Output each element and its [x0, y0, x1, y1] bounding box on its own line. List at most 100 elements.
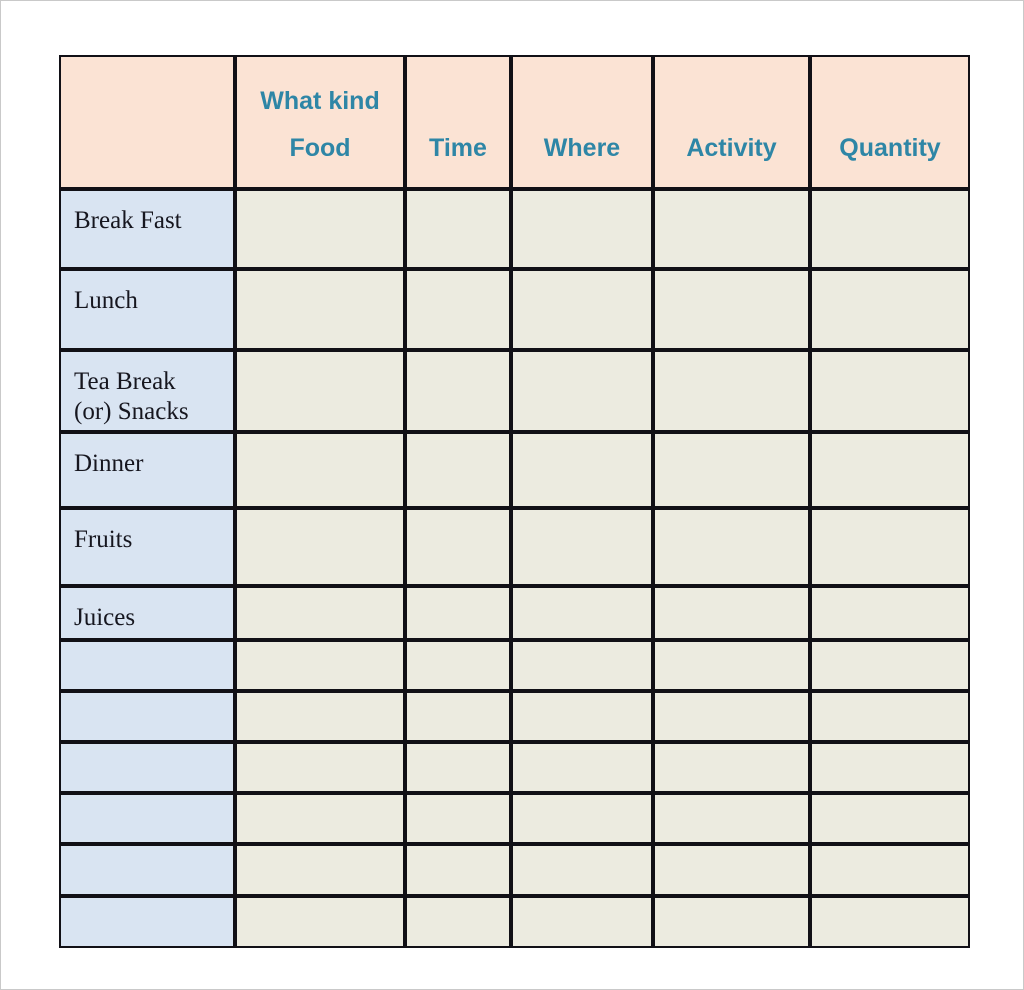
data-cell-quantity[interactable]	[810, 844, 970, 896]
data-cell-quantity[interactable]	[810, 350, 970, 432]
data-cell-activity[interactable]	[653, 896, 810, 948]
column-header-what_kind_food: What kind Food	[235, 55, 405, 189]
data-cell-time[interactable]	[405, 896, 511, 948]
data-cell-where[interactable]	[511, 844, 653, 896]
row-label-cell[interactable]	[59, 793, 235, 844]
data-cell-where[interactable]	[511, 640, 653, 691]
row-label-cell[interactable]	[59, 844, 235, 896]
row-label-cell[interactable]: Break Fast	[59, 189, 235, 269]
data-cell-what_kind_food[interactable]	[235, 896, 405, 948]
row-label-cell[interactable]: Lunch	[59, 269, 235, 350]
data-cell-activity[interactable]	[653, 640, 810, 691]
table-header-row: What kind Food Time Where Activity Quantity	[59, 55, 970, 189]
row-label-cell[interactable]	[59, 691, 235, 742]
row-label-cell[interactable]: Tea Break (or) Snacks	[59, 350, 235, 432]
data-cell-quantity[interactable]	[810, 189, 970, 269]
row-label-cell[interactable]	[59, 742, 235, 793]
data-cell-where[interactable]	[511, 269, 653, 350]
data-cell-what_kind_food[interactable]	[235, 189, 405, 269]
data-cell-quantity[interactable]	[810, 896, 970, 948]
data-cell-where[interactable]	[511, 896, 653, 948]
row-label-cell[interactable]: Juices	[59, 586, 235, 640]
column-header-quantity: Quantity	[810, 55, 970, 189]
table-row: Dinner	[59, 432, 970, 508]
data-cell-what_kind_food[interactable]	[235, 793, 405, 844]
row-label-cell[interactable]: Dinner	[59, 432, 235, 508]
data-cell-activity[interactable]	[653, 350, 810, 432]
column-header-activity: Activity	[653, 55, 810, 189]
data-cell-what_kind_food[interactable]	[235, 640, 405, 691]
data-cell-where[interactable]	[511, 432, 653, 508]
table-row: Break Fast	[59, 189, 970, 269]
table-row: Lunch	[59, 269, 970, 350]
data-cell-quantity[interactable]	[810, 742, 970, 793]
data-cell-activity[interactable]	[653, 269, 810, 350]
data-cell-time[interactable]	[405, 269, 511, 350]
data-cell-time[interactable]	[405, 691, 511, 742]
row-label-text: Lunch	[74, 287, 138, 314]
table-row	[59, 896, 970, 948]
data-cell-time[interactable]	[405, 793, 511, 844]
column-header-label: What kind Food	[237, 89, 403, 187]
data-cell-activity[interactable]	[653, 742, 810, 793]
data-cell-what_kind_food[interactable]	[235, 432, 405, 508]
data-cell-quantity[interactable]	[810, 691, 970, 742]
data-cell-activity[interactable]	[653, 189, 810, 269]
column-header-label-line-2: Time	[429, 134, 487, 162]
column-header-label: Quantity	[812, 136, 968, 187]
data-cell-quantity[interactable]	[810, 793, 970, 844]
data-cell-time[interactable]	[405, 508, 511, 586]
data-cell-quantity[interactable]	[810, 432, 970, 508]
data-cell-what_kind_food[interactable]	[235, 508, 405, 586]
table-row	[59, 793, 970, 844]
table-row	[59, 742, 970, 793]
data-cell-time[interactable]	[405, 742, 511, 793]
data-cell-what_kind_food[interactable]	[235, 691, 405, 742]
data-cell-activity[interactable]	[653, 691, 810, 742]
data-cell-activity[interactable]	[653, 432, 810, 508]
data-cell-where[interactable]	[511, 350, 653, 432]
column-header-label-line-1: What kind	[260, 87, 380, 115]
data-cell-where[interactable]	[511, 508, 653, 586]
table-row	[59, 691, 970, 742]
table-row	[59, 844, 970, 896]
data-cell-what_kind_food[interactable]	[235, 350, 405, 432]
row-label-text	[61, 846, 233, 861]
data-cell-where[interactable]	[511, 793, 653, 844]
column-header-label: Time	[407, 136, 509, 187]
data-cell-activity[interactable]	[653, 508, 810, 586]
row-label-cell[interactable]: Fruits	[59, 508, 235, 586]
data-cell-what_kind_food[interactable]	[235, 269, 405, 350]
column-header-label: Where	[513, 136, 651, 187]
data-cell-time[interactable]	[405, 432, 511, 508]
column-header-where: Where	[511, 55, 653, 189]
row-label-cell[interactable]	[59, 640, 235, 691]
row-label-cell[interactable]	[59, 896, 235, 948]
data-cell-where[interactable]	[511, 586, 653, 640]
data-cell-quantity[interactable]	[810, 640, 970, 691]
table-row	[59, 640, 970, 691]
data-cell-what_kind_food[interactable]	[235, 586, 405, 640]
data-cell-time[interactable]	[405, 350, 511, 432]
data-cell-what_kind_food[interactable]	[235, 742, 405, 793]
data-cell-quantity[interactable]	[810, 269, 970, 350]
table-row: Fruits	[59, 508, 970, 586]
data-cell-quantity[interactable]	[810, 586, 970, 640]
data-cell-quantity[interactable]	[810, 508, 970, 586]
data-cell-activity[interactable]	[653, 586, 810, 640]
data-cell-time[interactable]	[405, 844, 511, 896]
data-cell-where[interactable]	[511, 691, 653, 742]
data-cell-activity[interactable]	[653, 793, 810, 844]
data-cell-activity[interactable]	[653, 844, 810, 896]
column-header-label-line-2: Where	[543, 134, 621, 162]
data-cell-time[interactable]	[405, 586, 511, 640]
data-cell-what_kind_food[interactable]	[235, 844, 405, 896]
row-label-text: Fruits	[74, 526, 133, 553]
column-header-label-line-2: Activity	[686, 134, 777, 162]
data-cell-time[interactable]	[405, 189, 511, 269]
row-label-text	[61, 642, 233, 657]
data-cell-where[interactable]	[511, 742, 653, 793]
row-label-text	[61, 693, 233, 708]
data-cell-time[interactable]	[405, 640, 511, 691]
data-cell-where[interactable]	[511, 189, 653, 269]
